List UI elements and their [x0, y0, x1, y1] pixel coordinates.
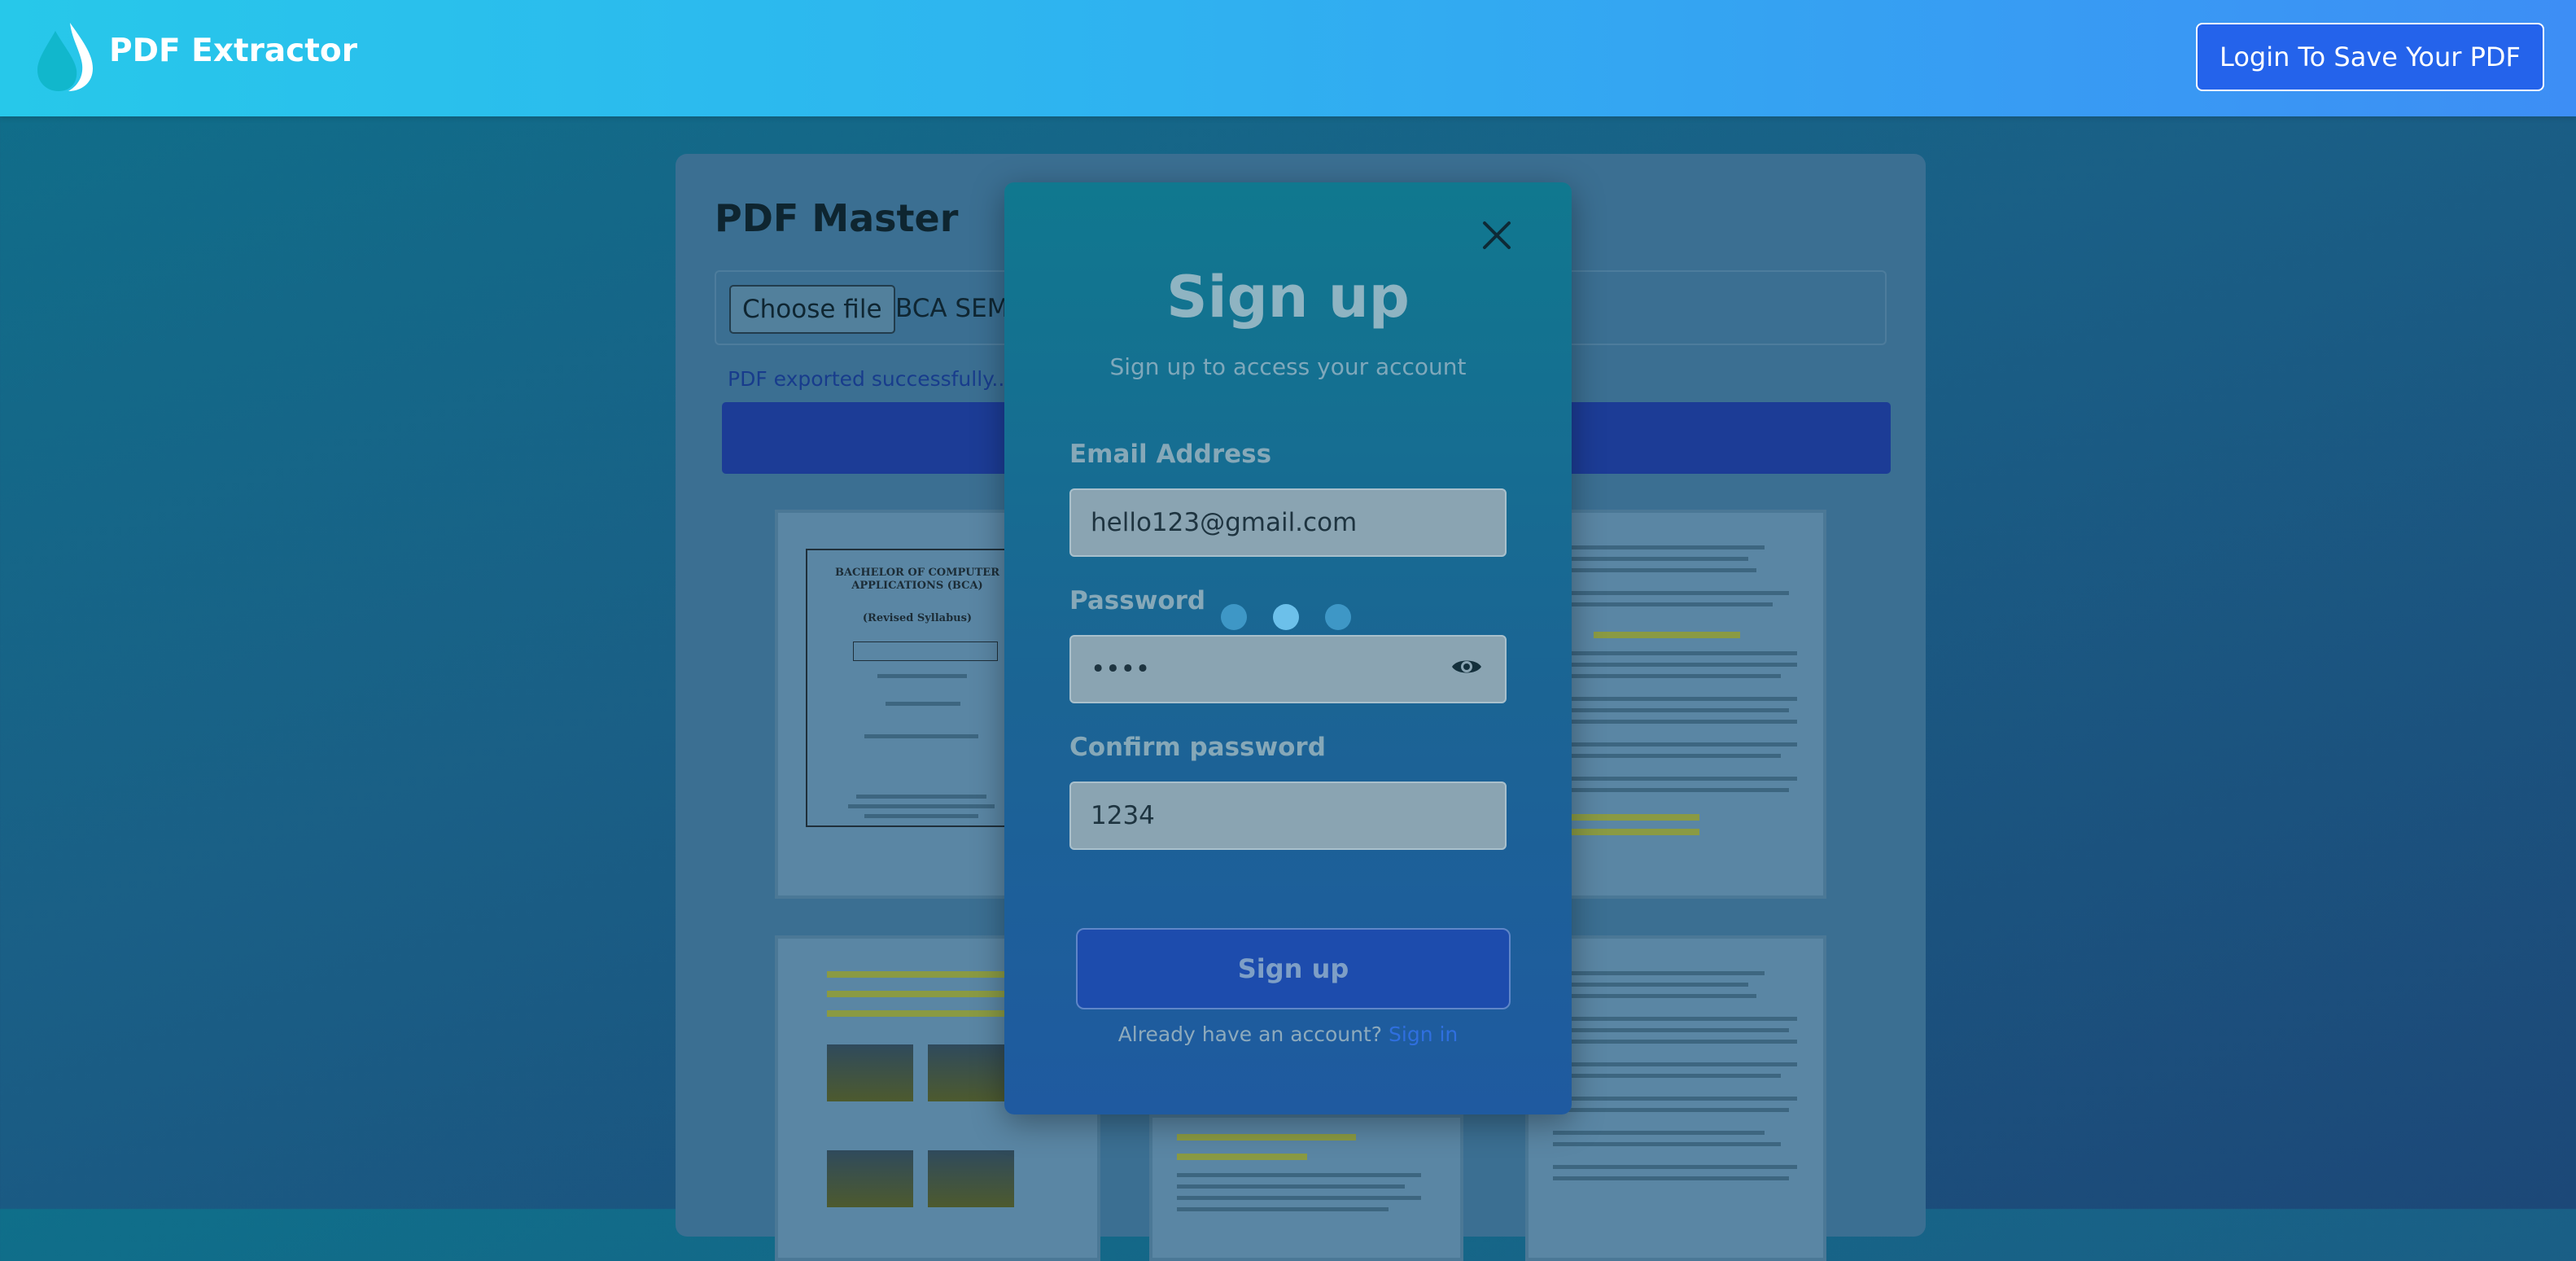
confirm-password-label: Confirm password — [1069, 733, 1326, 762]
choose-file-button[interactable]: Choose file — [729, 285, 895, 334]
thumbnail-photo — [827, 1150, 913, 1207]
loading-dots — [1221, 601, 1359, 633]
eye-icon[interactable] — [1450, 655, 1483, 678]
email-label: Email Address — [1069, 440, 1272, 469]
email-field[interactable] — [1069, 488, 1507, 557]
close-icon[interactable] — [1478, 217, 1515, 254]
status-message: PDF exported successfully... — [728, 367, 1012, 391]
thumbnail-photo — [827, 1044, 913, 1101]
password-label: Password — [1069, 586, 1206, 615]
login-to-save-button[interactable]: Login To Save Your PDF — [2196, 23, 2544, 91]
thumbnail-doc-subtitle: (Revised Syllabus) — [862, 612, 973, 624]
water-drop-logo-icon — [37, 23, 93, 91]
thumbnail-doc-title: BACHELOR OF COMPUTER APPLICATIONS (BCA) — [834, 567, 1000, 592]
modal-subtitle: Sign up to access your account — [1109, 353, 1467, 380]
thumbnail-photo — [928, 1044, 1014, 1101]
confirm-password-field[interactable] — [1069, 782, 1507, 850]
signin-link[interactable]: Sign in — [1389, 1022, 1458, 1046]
password-field[interactable] — [1069, 635, 1507, 703]
signin-prompt: Already have an account? Sign in — [1004, 1022, 1572, 1046]
pdf-page-thumbnail[interactable] — [1149, 1114, 1463, 1261]
page-title: PDF Master — [715, 196, 959, 240]
top-navbar: PDF Extractor Login To Save Your PDF — [0, 0, 2576, 116]
signup-button[interactable]: Sign up — [1076, 928, 1511, 1009]
already-have-account-text: Already have an account? — [1117, 1022, 1383, 1046]
brand-name[interactable]: PDF Extractor — [109, 33, 357, 69]
modal-title: Sign up — [1166, 264, 1410, 331]
selected-file-name: BCA SEM — [895, 294, 1009, 323]
thumbnail-photo — [928, 1150, 1014, 1207]
signup-modal: Sign up Sign up to access your account E… — [1004, 182, 1572, 1114]
